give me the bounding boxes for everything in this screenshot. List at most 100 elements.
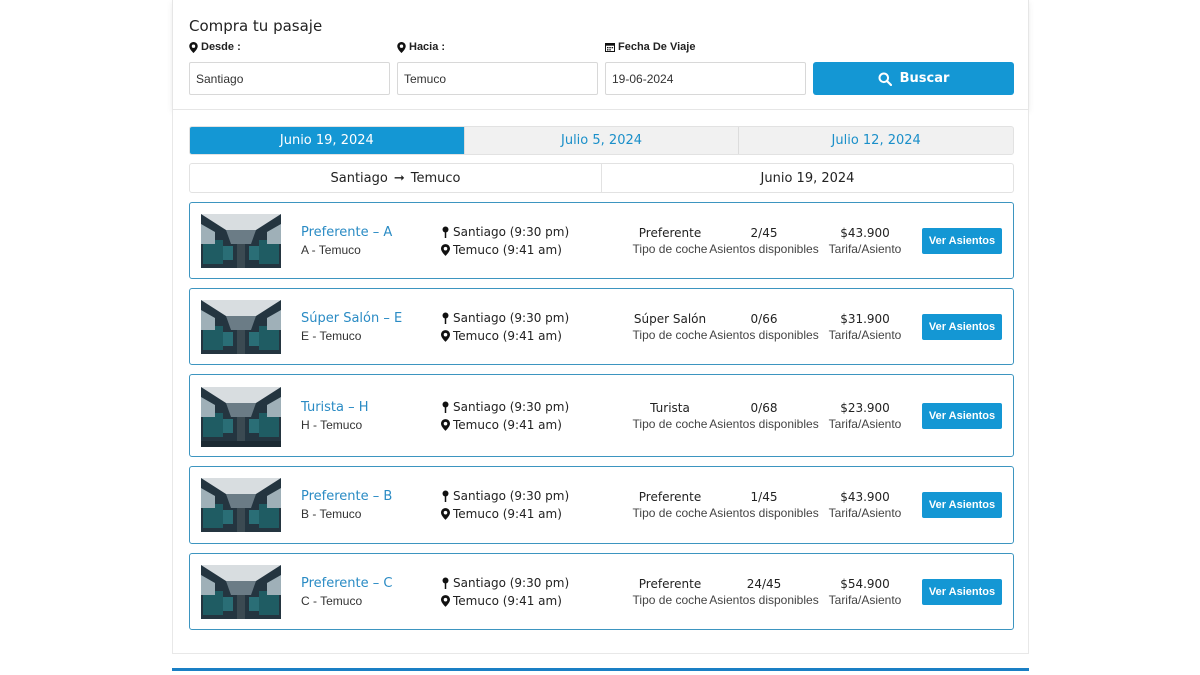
- pin-icon: [442, 226, 449, 238]
- seats-value: 0/68: [750, 400, 778, 415]
- arrival-text: Temuco (9:41 am): [453, 417, 562, 432]
- map-marker-icon: [441, 243, 450, 256]
- coach-interior-image: [201, 213, 281, 268]
- map-marker-icon: [441, 508, 450, 520]
- seats-available: 2/45 Asientos disponibles: [706, 225, 822, 257]
- search-panel: Compra tu pasaje Desde : Hacia : Fecha D…: [172, 0, 1029, 110]
- arrival-stop: Temuco (9:41 am): [441, 243, 562, 257]
- fare-value: $31.900: [840, 311, 890, 326]
- seats-available: 0/66 Asientos disponibles: [706, 311, 822, 343]
- route-summary: Santiago ➞ Temuco Junio 19, 2024: [189, 163, 1014, 193]
- fare: $23.900 Tarifa/Asiento: [822, 400, 908, 432]
- arrival-stop: Temuco (9:41 am): [441, 594, 562, 608]
- seats-label: Asientos disponibles: [709, 241, 819, 256]
- pin-icon: [442, 490, 449, 502]
- map-marker-icon: [441, 329, 450, 342]
- hacia-input[interactable]: [397, 62, 598, 95]
- trip-card: Preferente – B B - Temuco Santiago (9:30…: [189, 466, 1014, 544]
- fare: $43.900 Tarifa/Asiento: [822, 489, 908, 521]
- ver-asientos-button[interactable]: Ver Asientos: [922, 578, 1002, 605]
- arrival-text: Temuco (9:41 am): [453, 328, 562, 343]
- arrow-right-icon: ➞: [393, 170, 405, 186]
- desde-label: Desde :: [201, 41, 241, 53]
- coach-interior-image: [201, 478, 281, 532]
- seats-label: Asientos disponibles: [709, 327, 819, 342]
- fare-value: $43.900: [840, 225, 890, 240]
- coach-interior-image: [201, 564, 281, 619]
- fare-label: Tarifa/Asiento: [828, 327, 902, 342]
- coach-interior-image: [201, 299, 281, 354]
- seats-available: 0/68 Asientos disponibles: [706, 400, 822, 432]
- departure-text: Santiago (9:30 pm): [453, 399, 570, 414]
- fecha-label: Fecha De Viaje: [618, 41, 696, 53]
- route-cell: Santiago ➞ Temuco: [190, 164, 601, 192]
- ver-asientos-button[interactable]: Ver Asientos: [922, 313, 1002, 340]
- ver-asientos-button[interactable]: Ver Asientos: [922, 402, 1002, 429]
- coach-interior-image: [201, 386, 281, 447]
- trip-name[interactable]: Turista – H: [301, 400, 369, 415]
- desde-input[interactable]: [189, 62, 390, 95]
- trip-card: Turista – H H - Temuco Santiago (9:30 pm…: [189, 374, 1014, 457]
- trip-subtitle: B - Temuco: [301, 507, 362, 521]
- fare-value: $23.900: [840, 400, 890, 415]
- seats-available: 24/45 Asientos disponibles: [706, 576, 822, 608]
- arrival-stop: Temuco (9:41 am): [441, 329, 562, 343]
- ver-asientos-button[interactable]: Ver Asientos: [922, 227, 1002, 254]
- seats-value: 24/45: [746, 576, 782, 591]
- departure-text: Santiago (9:30 pm): [453, 489, 570, 503]
- seats-available: 1/45 Asientos disponibles: [706, 489, 822, 521]
- trip-name[interactable]: Preferente – B: [301, 489, 392, 504]
- fecha-input[interactable]: [605, 62, 806, 95]
- trip-card: Preferente – C C - Temuco Santiago (9:30…: [189, 553, 1014, 630]
- tab-julio-5[interactable]: Julio 5, 2024: [463, 127, 739, 154]
- trip-card: Súper Salón – E E - Temuco Santiago (9:3…: [189, 288, 1014, 365]
- fare-value: $43.900: [840, 490, 890, 504]
- fare-label: Tarifa/Asiento: [828, 506, 902, 520]
- route-origin: Santiago: [330, 170, 388, 186]
- route-destination: Temuco: [410, 170, 461, 186]
- departure-stop: Santiago (9:30 pm): [441, 576, 569, 590]
- departure-stop: Santiago (9:30 pm): [441, 225, 569, 239]
- fare-label: Tarifa/Asiento: [828, 592, 902, 607]
- pin-icon: [442, 401, 449, 413]
- pin-icon: [442, 577, 449, 589]
- ver-asientos-button[interactable]: Ver Asientos: [922, 492, 1002, 518]
- seats-value: 2/45: [750, 225, 778, 240]
- tab-junio-19[interactable]: Junio 19, 2024: [190, 127, 464, 154]
- arrival-stop: Temuco (9:41 am): [441, 507, 562, 521]
- search-title: Compra tu pasaje: [189, 17, 323, 35]
- trip-name[interactable]: Preferente – C: [301, 576, 392, 591]
- departure-text: Santiago (9:30 pm): [453, 224, 570, 239]
- seats-label: Asientos disponibles: [709, 416, 819, 431]
- trip-name[interactable]: Súper Salón – E: [301, 311, 402, 326]
- departure-text: Santiago (9:30 pm): [453, 575, 570, 590]
- departure-text: Santiago (9:30 pm): [453, 310, 570, 325]
- hacia-label: Hacia :: [409, 41, 446, 53]
- route-date: Junio 19, 2024: [601, 164, 1013, 192]
- trip-name[interactable]: Preferente – A: [301, 225, 392, 240]
- departure-stop: Santiago (9:30 pm): [441, 400, 569, 414]
- trip-subtitle: E - Temuco: [301, 328, 362, 343]
- departure-stop: Santiago (9:30 pm): [441, 489, 569, 503]
- desde-field-group: Desde :: [189, 40, 390, 95]
- seats-label: Asientos disponibles: [709, 506, 819, 520]
- fare-value: $54.900: [840, 576, 890, 591]
- fare: $31.900 Tarifa/Asiento: [822, 311, 908, 343]
- trip-subtitle: A - Temuco: [301, 242, 361, 257]
- pin-icon: [442, 312, 449, 324]
- tab-julio-12[interactable]: Julio 12, 2024: [738, 127, 1013, 154]
- fare: $54.900 Tarifa/Asiento: [822, 576, 908, 608]
- arrival-stop: Temuco (9:41 am): [441, 418, 562, 432]
- trip-subtitle: C - Temuco: [301, 593, 363, 608]
- search-icon: [878, 72, 892, 86]
- trip-subtitle: H - Temuco: [301, 417, 363, 432]
- seats-label: Asientos disponibles: [709, 592, 819, 607]
- hacia-field-group: Hacia :: [397, 40, 598, 95]
- map-marker-icon: [397, 41, 406, 53]
- arrival-text: Temuco (9:41 am): [453, 242, 562, 257]
- map-marker-icon: [441, 594, 450, 607]
- fecha-field-group: Fecha De Viaje: [605, 40, 806, 95]
- departure-stop: Santiago (9:30 pm): [441, 311, 569, 325]
- search-button[interactable]: Buscar: [813, 62, 1014, 95]
- fare-label: Tarifa/Asiento: [828, 416, 902, 431]
